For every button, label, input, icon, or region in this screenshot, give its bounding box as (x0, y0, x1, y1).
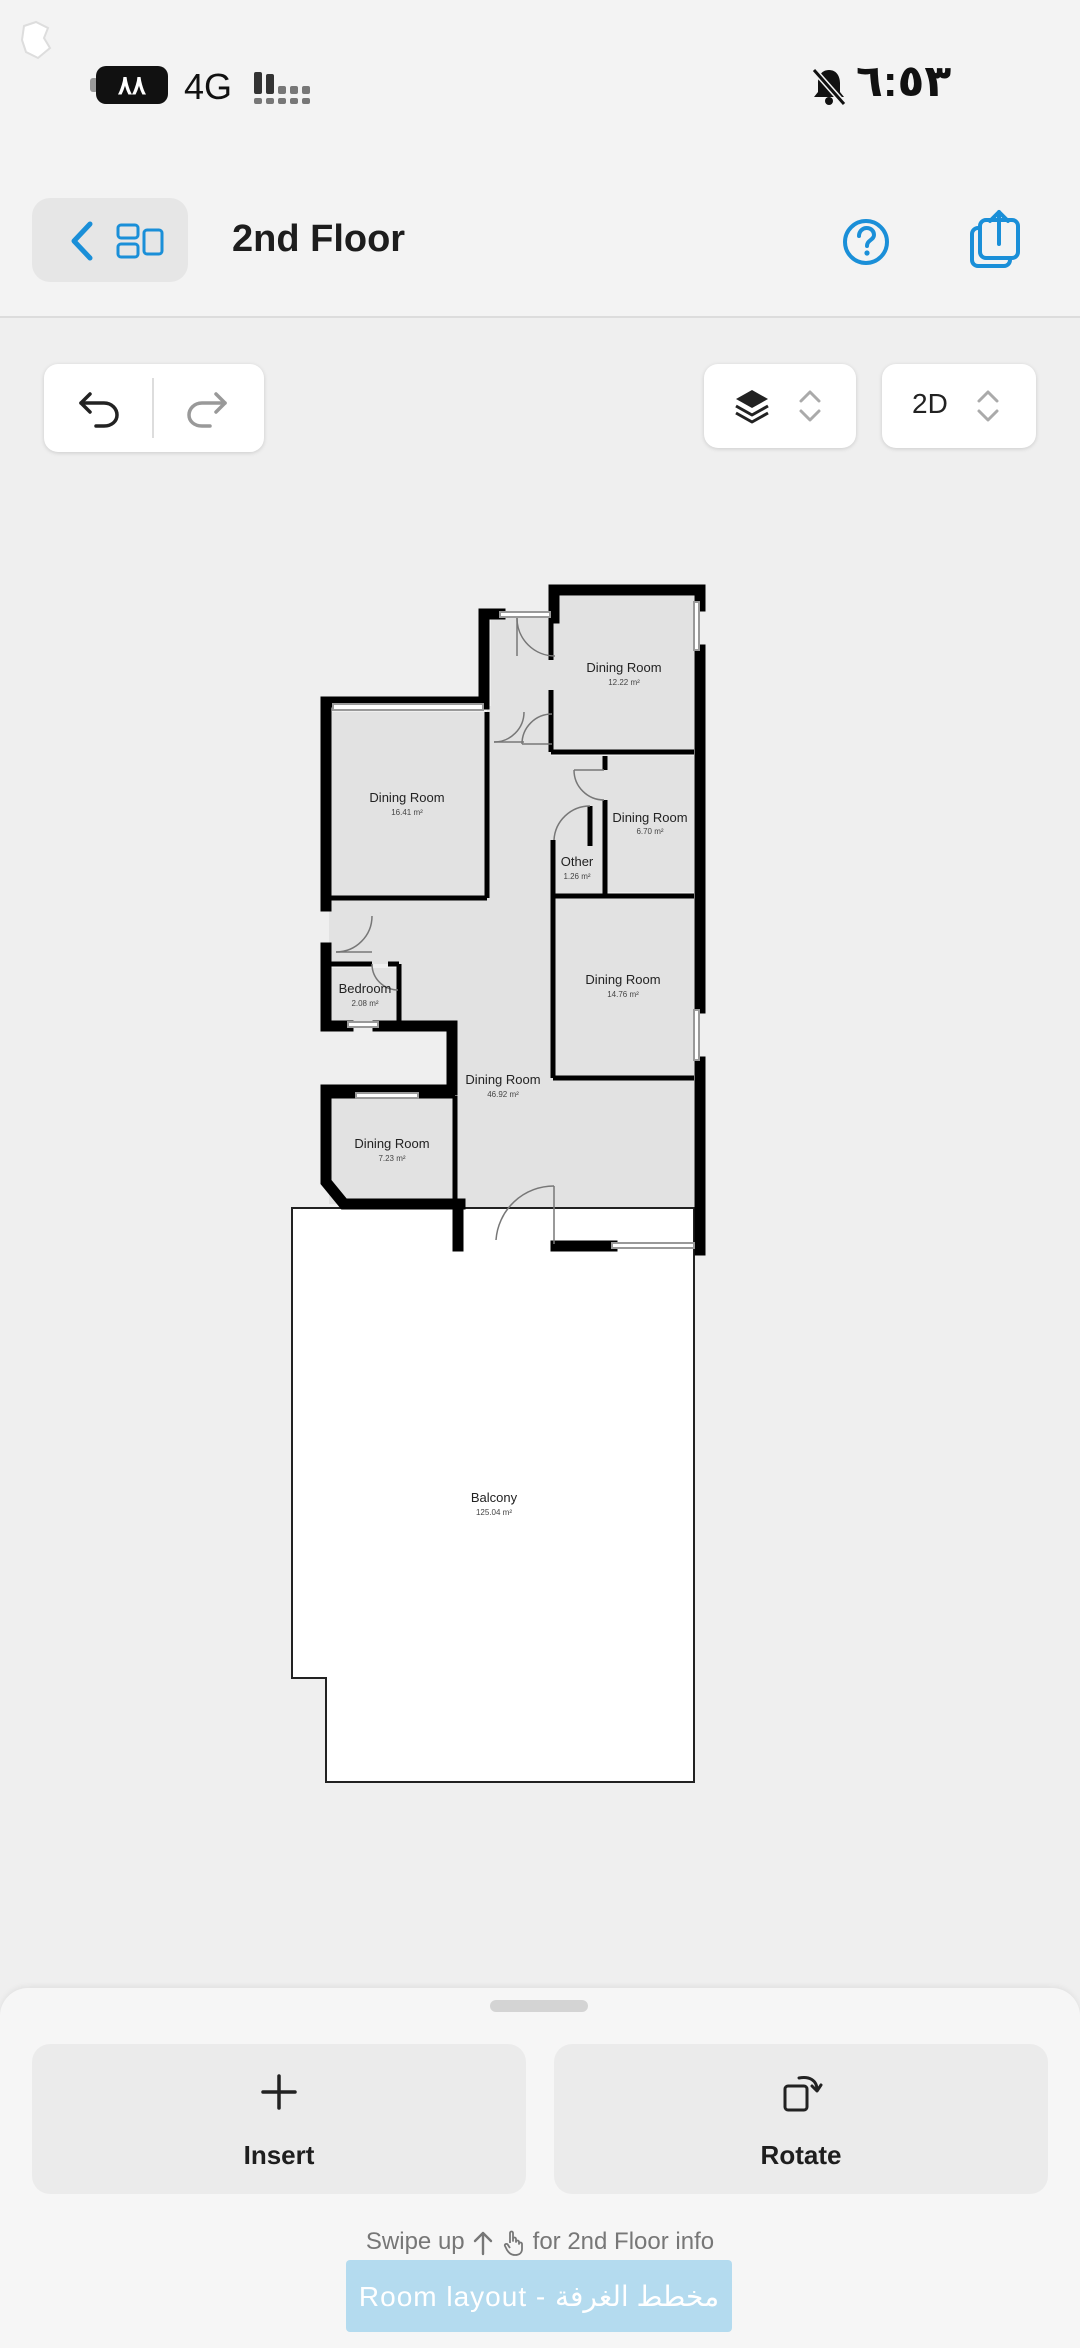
room-area: 125.04 m² (476, 1508, 512, 1517)
layers-icon (735, 390, 769, 424)
header: 2nd Floor (0, 180, 1080, 318)
room-label: Dining Room (585, 972, 660, 987)
toolbar-divider (152, 378, 154, 438)
room-label: Dining Room (612, 810, 687, 825)
sheet-handle[interactable] (490, 2000, 588, 2012)
app-badge-icon (20, 20, 52, 60)
room-label: Dining Room (586, 660, 661, 675)
rotate-label: Rotate (760, 2140, 842, 2170)
bell-muted-icon (811, 68, 847, 106)
network-type: 4G (184, 66, 233, 107)
view-mode-button[interactable]: 2D (882, 364, 1036, 448)
room-area: 1.26 m² (563, 872, 590, 881)
view-mode-label: 2D (912, 388, 948, 419)
chevron-up-down-icon (799, 390, 821, 422)
chevron-left-icon[interactable] (62, 218, 102, 264)
room-area: 6.70 m² (636, 827, 663, 836)
swipe-hint: Swipe up for 2nd Floor info (0, 2228, 1080, 2257)
room-label: Bedroom (339, 981, 392, 996)
arrow-up-icon (474, 2231, 493, 2255)
share-icon[interactable] (966, 208, 1022, 272)
page-title: 2nd Floor (232, 218, 406, 260)
undo-redo-group (44, 364, 264, 452)
room-area: 46.92 m² (487, 1090, 519, 1099)
plus-icon (261, 2074, 297, 2110)
room-label: Dining Room (354, 1136, 429, 1151)
status-time: ٦:٥٣ (856, 57, 952, 106)
hint-prefix: Swipe up (365, 2228, 465, 2255)
room-label: Balcony (471, 1490, 518, 1505)
floor-plan[interactable]: Dining Room 12.22 m² Dining Room 16.41 m… (0, 470, 1080, 1810)
redo-icon[interactable] (184, 388, 230, 430)
signal-strength-icon (254, 72, 310, 104)
room-area: 16.41 m² (391, 808, 423, 817)
rotate-icon (783, 2076, 823, 2112)
hand-pointer-icon (503, 2230, 523, 2256)
room-label: Dining Room (369, 790, 444, 805)
room-area: 2.08 m² (351, 999, 378, 1008)
room-area: 14.76 m² (607, 990, 639, 999)
rotate-button[interactable]: Rotate (554, 2044, 1048, 2194)
room-label: Other (561, 854, 594, 869)
nav-group (32, 198, 188, 282)
status-bar: ٨٨ 4G ٦:٥٣ (0, 0, 1080, 180)
chevron-up-down-icon (977, 390, 999, 422)
floor-list-icon[interactable] (116, 222, 164, 260)
insert-button[interactable]: Insert (32, 2044, 526, 2194)
undo-icon[interactable] (76, 388, 122, 430)
layers-button[interactable] (704, 364, 856, 448)
room-label: Dining Room (465, 1072, 540, 1087)
room-area: 7.23 m² (378, 1154, 405, 1163)
help-icon[interactable] (836, 212, 896, 272)
hint-suffix: for 2nd Floor info (532, 2228, 715, 2255)
insert-label: Insert (243, 2140, 315, 2170)
battery-indicator: ٨٨ (96, 66, 168, 104)
caption-banner: Room layout - مخطط الغرفة (346, 2260, 732, 2332)
room-area: 12.22 m² (608, 678, 640, 687)
